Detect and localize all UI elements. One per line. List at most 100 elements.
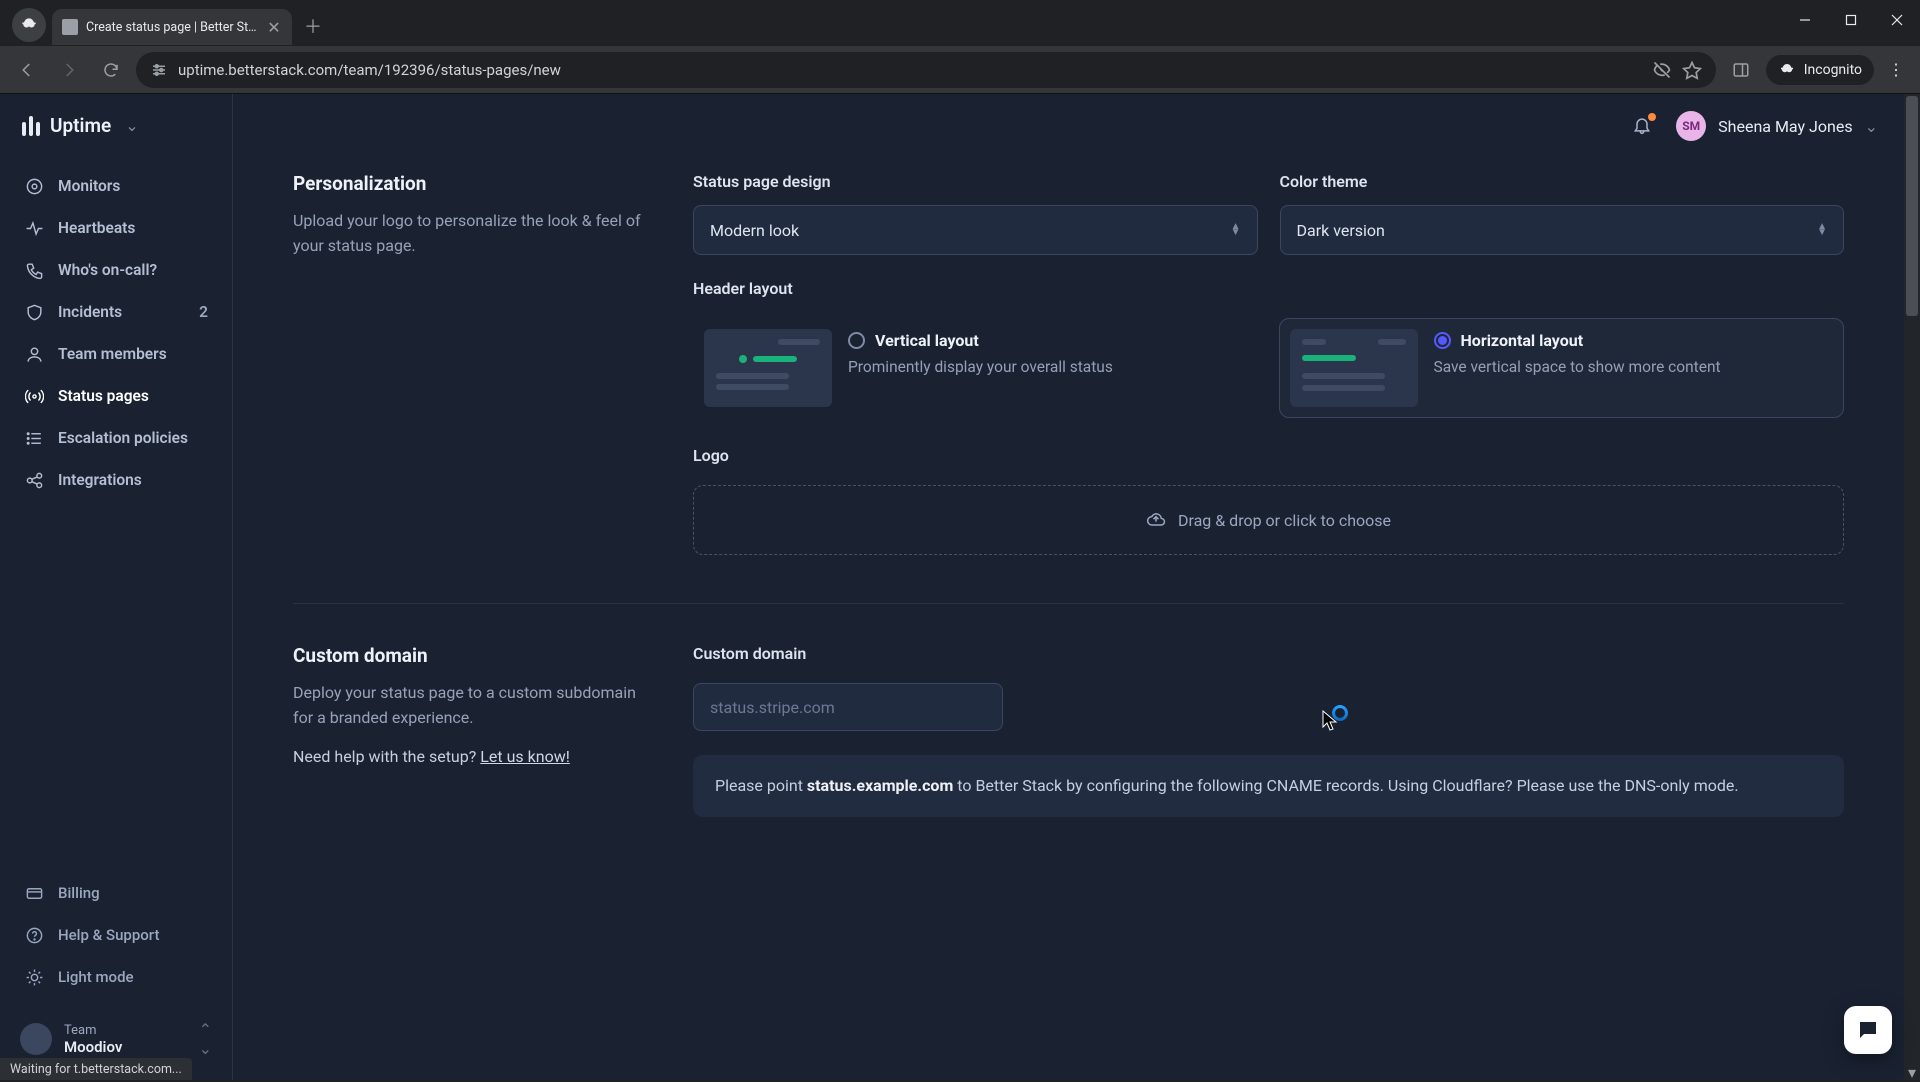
eye-off-icon[interactable] — [1652, 60, 1672, 80]
tab-close-icon[interactable]: ✕ — [266, 19, 282, 35]
side-panel-icon[interactable] — [1724, 53, 1758, 87]
section-divider — [293, 603, 1844, 604]
new-tab-button[interactable]: ＋ — [298, 11, 328, 41]
team-label: Team — [64, 1023, 122, 1038]
nav-back-button[interactable] — [10, 53, 44, 87]
theme-select[interactable]: Dark version ▲▼ — [1280, 205, 1845, 255]
vertical-layout-thumbnail — [704, 329, 832, 407]
browser-titlebar: Create status page | Better Stac ✕ ＋ — [0, 0, 1920, 46]
radio-horizontal[interactable] — [1434, 332, 1451, 349]
nav-help[interactable]: Help & Support — [10, 914, 222, 956]
nav-reload-button[interactable] — [94, 53, 128, 87]
browser-status-bar: Waiting for t.betterstack.com... — [0, 1058, 192, 1080]
chevron-down-icon: ⌄ — [1865, 117, 1878, 136]
nav-forward-button[interactable] — [52, 53, 86, 87]
site-settings-icon[interactable] — [150, 61, 168, 79]
nav-label: Billing — [58, 884, 100, 902]
nav-label: Escalation policies — [58, 429, 188, 447]
horizontal-layout-thumbnail — [1290, 329, 1418, 407]
logo-dropzone[interactable]: Drag & drop or click to choose — [693, 485, 1844, 555]
section-title: Custom domain — [293, 644, 653, 667]
vertical-title: Vertical layout — [875, 331, 979, 350]
tab-title: Create status page | Better Stac — [86, 20, 258, 35]
brand[interactable]: Uptime ⌄ — [0, 114, 232, 159]
select-chevrons-icon: ▲▼ — [1231, 224, 1241, 236]
secondary-nav: Billing Help & Support Light mode — [0, 866, 232, 1004]
incognito-label: Incognito — [1804, 62, 1862, 78]
user-menu[interactable]: SM Sheena May Jones ⌄ — [1676, 111, 1878, 141]
status-text: Waiting for t.betterstack.com... — [10, 1062, 182, 1077]
section-personalization: Personalization Upload your logo to pers… — [293, 158, 1844, 595]
dropzone-text: Drag & drop or click to choose — [1178, 511, 1391, 530]
sidebar: Uptime ⌄ Monitors Heartbeats Who's on-ca… — [0, 94, 233, 1080]
custom-domain-input[interactable] — [693, 683, 1003, 731]
window-maximize-button[interactable] — [1828, 0, 1874, 40]
window-minimize-button[interactable] — [1782, 0, 1828, 40]
incognito-indicator[interactable]: Incognito — [1766, 55, 1874, 85]
incognito-badge-icon — [12, 8, 46, 42]
team-name: Moodiov — [64, 1038, 122, 1056]
nav-label: Light mode — [58, 968, 134, 986]
browser-tab[interactable]: Create status page | Better Stac ✕ — [52, 9, 292, 45]
heartbeat-icon — [24, 218, 44, 238]
nav-label: Monitors — [58, 177, 120, 195]
help-link[interactable]: Let us know! — [480, 747, 570, 766]
nav-status-pages[interactable]: Status pages — [10, 375, 222, 417]
integrations-icon — [24, 470, 44, 490]
nav-integrations[interactable]: Integrations — [10, 459, 222, 501]
incidents-count-badge: 2 — [199, 303, 208, 321]
nav-label: Incidents — [58, 303, 122, 321]
brand-logo-icon — [22, 116, 40, 136]
nav-heartbeats[interactable]: Heartbeats — [10, 207, 222, 249]
main: SM Sheena May Jones ⌄ Personalization Up… — [233, 94, 1920, 1080]
nav-label: Who's on-call? — [58, 261, 157, 279]
user-avatar: SM — [1676, 111, 1706, 141]
sun-icon — [24, 967, 44, 987]
section-custom-domain: Custom domain Deploy your status page to… — [293, 630, 1844, 857]
address-bar[interactable]: uptime.betterstack.com/team/192396/statu… — [136, 52, 1716, 88]
help-icon — [24, 925, 44, 945]
nav-light-mode[interactable]: Light mode — [10, 956, 222, 998]
nav-oncall[interactable]: Who's on-call? — [10, 249, 222, 291]
chevron-down-icon: ⌄ — [125, 116, 138, 135]
nav-escalation[interactable]: Escalation policies — [10, 417, 222, 459]
broadcast-icon — [24, 386, 44, 406]
nav-monitors[interactable]: Monitors — [10, 165, 222, 207]
section-desc: Upload your logo to personalize the look… — [293, 209, 653, 259]
nav-label: Team members — [58, 345, 167, 363]
chevron-updown-icon: ⌃⌄ — [199, 1020, 212, 1058]
section-title: Personalization — [293, 172, 653, 195]
nav-incidents[interactable]: Incidents 2 — [10, 291, 222, 333]
design-label: Status page design — [693, 172, 1258, 191]
radio-vertical[interactable] — [848, 332, 865, 349]
shield-icon — [24, 302, 44, 322]
nav-billing[interactable]: Billing — [10, 872, 222, 914]
layout-option-vertical[interactable]: Vertical layout Prominently display your… — [693, 318, 1259, 418]
brand-name: Uptime — [50, 114, 111, 137]
user-name: Sheena May Jones — [1718, 117, 1852, 136]
team-avatar — [20, 1023, 52, 1055]
notifications-button[interactable] — [1632, 115, 1654, 137]
horizontal-title: Horizontal layout — [1461, 331, 1584, 350]
chat-fab[interactable] — [1844, 1006, 1892, 1054]
help-prefix: Need help with the setup? — [293, 747, 480, 766]
card-icon — [24, 883, 44, 903]
topbar: SM Sheena May Jones ⌄ — [233, 94, 1920, 158]
browser-menu-button[interactable]: ⋮ — [1882, 53, 1910, 87]
vertical-desc: Prominently display your overall status — [848, 356, 1248, 379]
design-select[interactable]: Modern look ▲▼ — [693, 205, 1258, 255]
layout-option-horizontal[interactable]: Horizontal layout Save vertical space to… — [1279, 318, 1845, 418]
nav-team-members[interactable]: Team members — [10, 333, 222, 375]
window-close-button[interactable] — [1874, 0, 1920, 40]
theme-value: Dark version — [1297, 221, 1385, 240]
browser-toolbar: uptime.betterstack.com/team/192396/statu… — [0, 46, 1920, 94]
bookmark-star-icon[interactable] — [1682, 60, 1702, 80]
section-desc: Deploy your status page to a custom subd… — [293, 681, 653, 731]
nav-label: Heartbeats — [58, 219, 135, 237]
nav-label: Help & Support — [58, 926, 159, 944]
note-post: to Better Stack by configuring the follo… — [953, 776, 1738, 795]
cname-note: Please point status.example.com to Bette… — [693, 755, 1844, 817]
upload-cloud-icon — [1146, 510, 1166, 530]
custom-domain-label: Custom domain — [693, 644, 1844, 663]
notification-dot-icon — [1648, 113, 1656, 121]
